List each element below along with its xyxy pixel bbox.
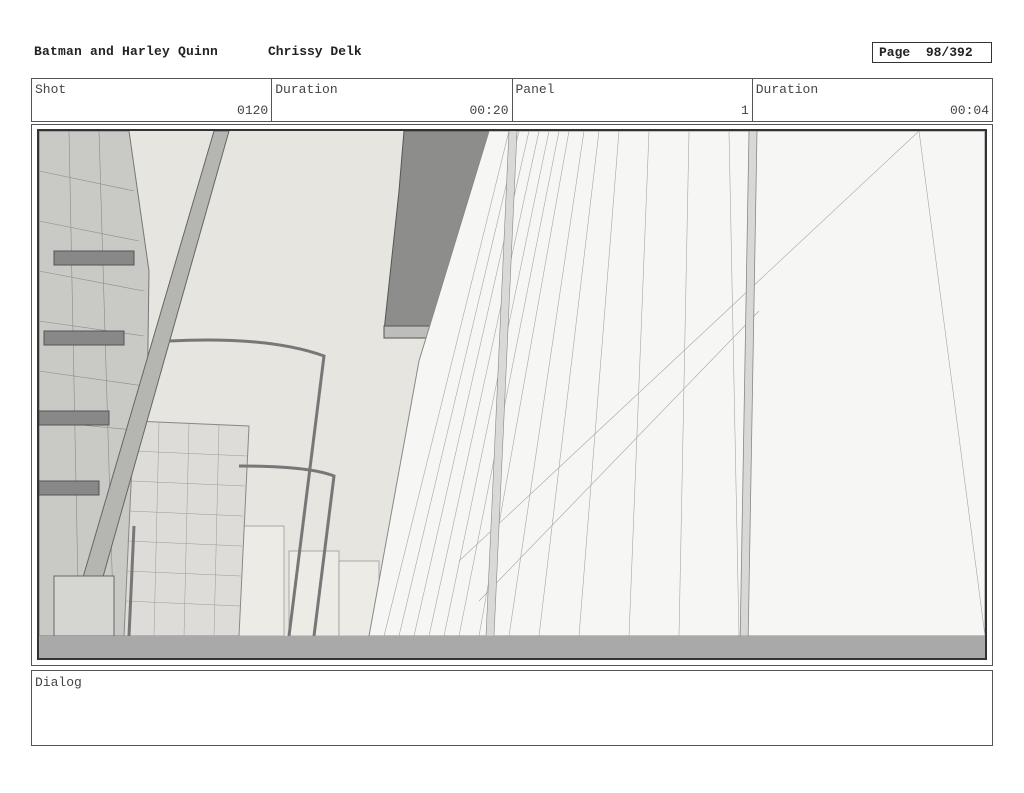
pole-base	[53, 575, 115, 637]
panel-duration-label: Duration	[755, 82, 819, 97]
panel-label: Panel	[515, 82, 555, 97]
dialog-box: Dialog	[31, 670, 993, 746]
panel-duration-cell: Duration 00:04	[753, 79, 992, 121]
ground-strip	[39, 636, 985, 658]
panel-cell: Panel 1	[513, 79, 753, 121]
panel-duration-value: 00:04	[949, 103, 989, 118]
board-title: Batman and Harley Quinn	[34, 44, 219, 59]
shot-duration-cell: Duration 00:20	[272, 79, 513, 121]
shot-label: Shot	[35, 82, 67, 97]
shot-duration-label: Duration	[275, 82, 338, 97]
shot-cell: Shot 0120	[32, 79, 273, 121]
shot-value: 0120	[237, 103, 269, 118]
page-indicator: Page 98/392	[872, 42, 992, 63]
dialog-label: Dialog	[35, 675, 82, 690]
storyboard-panel-image	[37, 129, 987, 660]
page-number: 98/392	[925, 45, 973, 60]
board-author: Chrissy Delk	[268, 44, 362, 59]
page-label: Page	[879, 45, 911, 60]
shot-info-row: Shot 0120 Duration 00:20 Panel 1 Duratio…	[31, 78, 993, 122]
panel-value: 1	[740, 103, 749, 118]
shot-duration-value: 00:20	[469, 103, 509, 118]
city-street-drawing	[39, 131, 985, 658]
